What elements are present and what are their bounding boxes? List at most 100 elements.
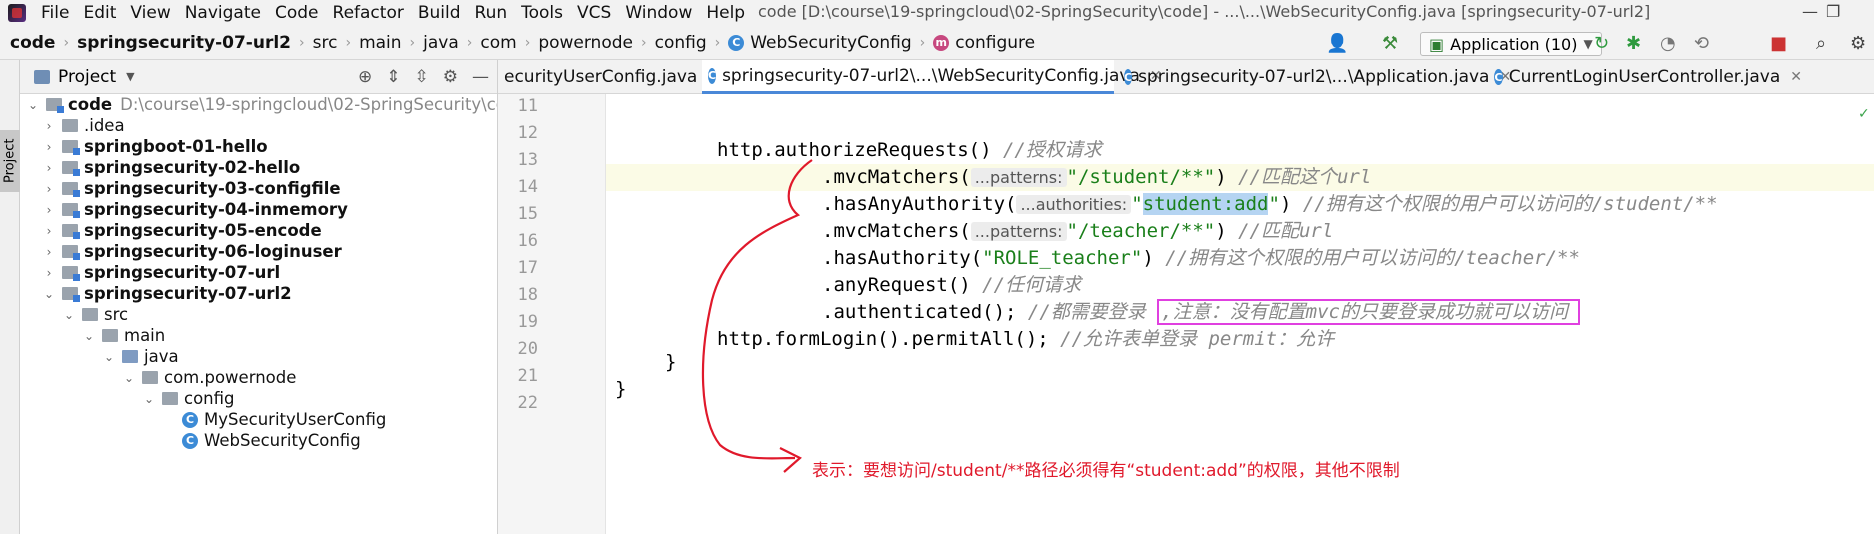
line-number: 19 (517, 312, 538, 332)
tree-item-idea[interactable]: › .idea (42, 115, 125, 136)
restore-icon[interactable]: ❐ (1826, 2, 1840, 21)
chevron-right-icon[interactable]: › (42, 140, 56, 154)
tree-item-module[interactable]: › springsecurity-05-encode (42, 220, 322, 241)
project-panel-title[interactable]: Project (58, 67, 116, 87)
minimize-icon[interactable]: — (1802, 2, 1818, 21)
method-icon: m (933, 34, 950, 51)
tree-item-module[interactable]: › springsecurity-02-hello (42, 157, 301, 178)
tree-item-src[interactable]: ⌄ src (62, 304, 128, 325)
breadcrumb-item-main[interactable]: main (359, 33, 401, 53)
module-folder-icon (46, 98, 64, 113)
menu-help[interactable]: Help (699, 3, 752, 23)
code-line-17[interactable]: .anyRequest() //任何请求 (822, 270, 1081, 297)
breadcrumb: code › springsecurity-07-url2 › src › main ›… (10, 33, 1035, 53)
menu-view[interactable]: View (123, 3, 177, 23)
menu-refactor[interactable]: Refactor (326, 3, 411, 23)
tree-item-package[interactable]: ⌄ com.powernode (122, 367, 296, 388)
chevron-right-icon[interactable]: › (42, 224, 56, 238)
breadcrumb-item-src[interactable]: src (313, 33, 338, 53)
chevron-right-icon[interactable]: › (42, 266, 56, 280)
chevron-down-icon[interactable]: ⌄ (82, 329, 96, 343)
tab-current-login-user-controller[interactable]: C CurrentLoginUserController.java ✕ (1488, 60, 1808, 94)
tab-web-security-config[interactable]: C springsecurity-07-url2\...\WebSecurity… (702, 60, 1162, 94)
menu-code[interactable]: Code (268, 3, 326, 23)
chevron-down-icon[interactable]: ⌄ (102, 350, 116, 364)
debug-icon[interactable]: ✱ (1626, 33, 1641, 54)
locate-icon[interactable]: ⊕ (358, 67, 372, 87)
chevron-right-icon[interactable]: › (42, 119, 56, 133)
chevron-down-icon[interactable]: ⌄ (26, 98, 40, 112)
tree-item-class[interactable]: C MySecurityUserConfig (182, 409, 386, 430)
search-icon[interactable]: ⌕ (1816, 33, 1826, 54)
run-configuration-select[interactable]: ▣ Application (10) ▼ (1420, 32, 1602, 56)
menu-edit[interactable]: Edit (76, 3, 123, 23)
user-icon[interactable]: 👤 (1326, 33, 1348, 54)
breadcrumb-item-method[interactable]: configure (955, 33, 1035, 53)
profile-icon[interactable]: ⟲ (1694, 33, 1709, 54)
code-line-21[interactable]: } (615, 378, 626, 400)
code-line-14[interactable]: .hasAnyAuthority(...authorities: "student… (822, 189, 1718, 216)
menu-build[interactable]: Build (411, 3, 468, 23)
expand-all-icon[interactable]: ⇕ (386, 67, 400, 87)
coverage-icon[interactable]: ◔ (1660, 33, 1676, 54)
menu-file[interactable]: File (34, 3, 76, 23)
code-line-15[interactable]: .mvcMatchers(...patterns: "/teacher/**") … (822, 216, 1333, 243)
folder-icon (102, 329, 118, 342)
chevron-down-icon[interactable]: ⌄ (122, 371, 136, 385)
tree-item-java[interactable]: ⌄ java (102, 346, 179, 367)
code-line-18[interactable]: .authenticated(); //都需要登录 ,注意：没有配置mvc的只要… (822, 297, 1580, 325)
tree-item-module[interactable]: › springsecurity-07-url (42, 262, 281, 283)
tree-item-module[interactable]: › springsecurity-06-loginuser (42, 241, 342, 262)
chevron-right-icon[interactable]: › (42, 203, 56, 217)
tree-item-module[interactable]: ⌄ springsecurity-07-url2 (42, 283, 292, 304)
tree-item-module[interactable]: › springboot-01-hello (42, 136, 268, 157)
chevron-down-icon[interactable]: ▼ (126, 70, 134, 83)
chevron-right-icon[interactable]: › (42, 182, 56, 196)
gear-icon[interactable]: ⚙ (443, 67, 458, 87)
breadcrumb-item-java[interactable]: java (423, 33, 459, 53)
breadcrumb-item-module[interactable]: springsecurity-07-url2 (77, 33, 291, 53)
code-line-19[interactable]: http.formLogin().permitAll(); //允许表单登录 p… (717, 324, 1334, 351)
project-panel-tools: ⊕ ⇕ ⇳ ⚙ — (358, 67, 489, 87)
rerun-icon[interactable]: ↻ (1594, 33, 1609, 54)
menu-window[interactable]: Window (618, 3, 699, 23)
inspection-ok-icon[interactable]: ✓ (1858, 106, 1870, 122)
chevron-right-icon[interactable]: › (42, 245, 56, 259)
stop-icon[interactable]: ■ (1770, 33, 1787, 54)
code-line-13[interactable]: .mvcMatchers(...patterns: "/student/**") … (822, 162, 1371, 189)
breadcrumb-item-code[interactable]: code (10, 33, 55, 53)
tree-item-module[interactable]: › springsecurity-03-configfile (42, 178, 341, 199)
chevron-down-icon[interactable]: ⌄ (42, 287, 56, 301)
tab-security-user-config[interactable]: ecurityUserConfig.java (498, 60, 698, 94)
breadcrumb-item-config[interactable]: config (655, 33, 707, 53)
class-icon: C (182, 432, 198, 449)
code-line-12[interactable]: http.authorizeRequests() //授权请求 (717, 135, 1102, 162)
tree-item-class[interactable]: C WebSecurityConfig (182, 430, 361, 451)
project-tool-tab[interactable]: Project (0, 130, 20, 192)
hide-icon[interactable]: — (472, 67, 489, 87)
tree-item-module[interactable]: › springsecurity-04-inmemory (42, 199, 348, 220)
breadcrumb-item-powernode[interactable]: powernode (538, 33, 633, 53)
tree-item-main[interactable]: ⌄ main (82, 325, 165, 346)
parameter-hint: ...authorities: (1016, 195, 1132, 214)
menu-navigate[interactable]: Navigate (178, 3, 268, 23)
tree-item-root[interactable]: ⌄ code D:\course\19-springcloud\02-Sprin… (26, 94, 497, 115)
breadcrumb-item-class[interactable]: WebSecurityConfig (750, 33, 911, 53)
breadcrumb-item-com[interactable]: com (480, 33, 516, 53)
menu-vcs[interactable]: VCS (570, 3, 618, 23)
tree-item-package[interactable]: ⌄ config (142, 388, 235, 409)
package-icon (162, 392, 178, 405)
menu-run[interactable]: Run (468, 3, 515, 23)
chevron-down-icon[interactable]: ⌄ (142, 392, 156, 406)
close-icon[interactable]: ✕ (1790, 69, 1802, 85)
hammer-icon[interactable]: ⚒ (1382, 33, 1398, 54)
chevron-down-icon: ▼ (1583, 37, 1593, 51)
collapse-all-icon[interactable]: ⇳ (415, 67, 429, 87)
chevron-down-icon[interactable]: ⌄ (62, 308, 76, 322)
tab-application[interactable]: C springsecurity-07-url2\...\Application… (1118, 60, 1511, 94)
settings-icon[interactable]: ⚙ (1850, 33, 1866, 54)
chevron-right-icon[interactable]: › (42, 161, 56, 175)
code-line-20[interactable]: } (665, 351, 676, 373)
code-line-16[interactable]: .hasAuthority("ROLE_teacher") //拥有这个权限的用… (822, 243, 1580, 270)
menu-tools[interactable]: Tools (514, 3, 570, 23)
